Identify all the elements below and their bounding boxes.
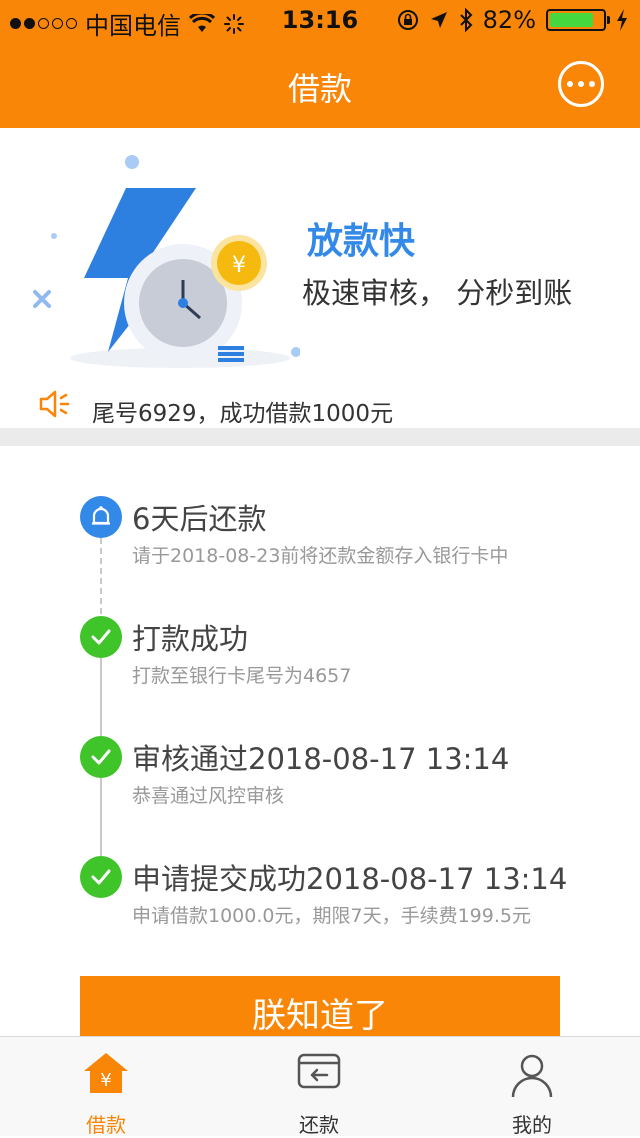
user-icon <box>511 1054 553 1098</box>
step-title: 6天后还款 <box>132 502 267 536</box>
step-subtitle: 请于2018-08-23前将还款金额存入银行卡中 <box>132 545 509 567</box>
tab-label: 还款 <box>299 1113 339 1137</box>
step-title: 申请提交成功2018-08-17 13:14 <box>132 862 568 896</box>
step-subtitle: 打款至银行卡尾号为4657 <box>132 665 352 687</box>
tab-loan[interactable]: ¥ 借款 <box>46 1037 166 1137</box>
speaker-icon <box>39 390 70 418</box>
banner-title: 放款快 <box>307 221 416 262</box>
promo-banner: ¥ 放款快 极速审核， 分秒到账 尾号6929，成功借款1000元 <box>0 128 640 428</box>
lightning-clock-illustration: ¥ <box>33 155 300 368</box>
battery-percent: 82% <box>482 6 536 34</box>
house-coin-symbol: ¥ <box>100 1070 111 1091</box>
tab-mine[interactable]: 我的 <box>472 1037 592 1137</box>
repay-card-icon <box>297 1053 341 1089</box>
status-bar: 中国电信 13:16 82% <box>0 0 640 40</box>
bell-icon <box>80 496 122 538</box>
check-icon <box>80 616 122 658</box>
bottom-tab-bar: ¥ 借款 还款 我的 <box>0 1036 640 1137</box>
battery-fill <box>550 13 593 27</box>
step-subtitle: 申请借款1000.0元，期限7天，手续费199.5元 <box>132 905 531 927</box>
charging-bolt-icon <box>617 9 627 31</box>
tab-label: 借款 <box>86 1113 126 1137</box>
check-icon <box>80 736 122 778</box>
notice-bar: 尾号6929，成功借款1000元 <box>0 382 640 428</box>
more-icon <box>567 81 573 87</box>
banner-subtitle: 极速审核， 分秒到账 <box>302 276 573 310</box>
notice-text: 尾号6929，成功借款1000元 <box>92 401 394 427</box>
step-subtitle: 恭喜通过风控审核 <box>132 785 285 807</box>
battery-icon <box>546 9 610 31</box>
page-title: 借款 <box>287 70 352 108</box>
status-right: 82% <box>397 6 628 34</box>
location-arrow-icon <box>430 12 447 28</box>
coin-symbol: ¥ <box>232 253 246 278</box>
nav-bar: 借款 <box>0 40 640 128</box>
step-title: 打款成功 <box>132 622 249 656</box>
bluetooth-icon <box>459 8 473 32</box>
orientation-lock-icon <box>397 10 418 30</box>
loan-timeline: 6天后还款 请于2018-08-23前将还款金额存入银行卡中 打款成功 打款至银… <box>0 446 640 976</box>
check-icon <box>80 856 122 898</box>
loan-house-icon: ¥ <box>84 1053 128 1093</box>
tab-repay[interactable]: 还款 <box>259 1037 379 1137</box>
section-divider <box>0 428 640 446</box>
tab-label: 我的 <box>512 1113 552 1137</box>
step-title: 审核通过2018-08-17 13:14 <box>132 742 510 776</box>
more-button[interactable] <box>558 61 604 107</box>
